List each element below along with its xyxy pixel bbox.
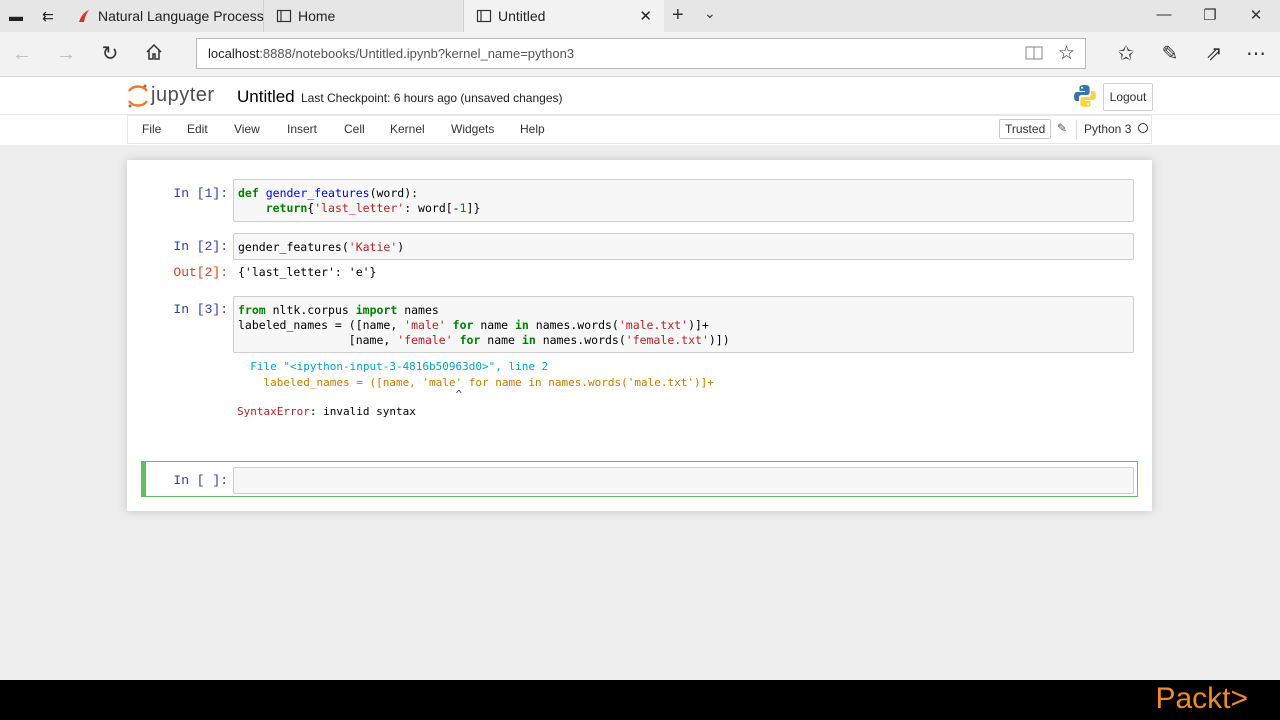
set-tabs-aside-icon[interactable]: ⇇: [38, 6, 58, 26]
page-icon: [476, 8, 492, 24]
home-icon[interactable]: [142, 42, 166, 66]
menu-view[interactable]: View: [234, 122, 260, 136]
share-icon[interactable]: ⇗: [1202, 42, 1226, 66]
cell-1-input[interactable]: def gender_features(word): return{'last_…: [233, 179, 1134, 222]
error-caret: ^: [237, 388, 463, 401]
cell-3-prompt: In [3]:: [173, 302, 228, 317]
error-message: SyntaxError: invalid syntax: [237, 405, 416, 418]
reading-view-icon[interactable]: [1025, 44, 1043, 62]
kernel-idle-indicator-icon: [1138, 123, 1148, 133]
pen-notes-icon[interactable]: ✎: [1158, 42, 1182, 66]
cell-2-input[interactable]: gender_features('Katie'): [233, 233, 1134, 260]
jupyter-logo-text: jupyter: [151, 84, 215, 106]
menu-insert[interactable]: Insert: [287, 122, 317, 136]
menu-file[interactable]: File: [142, 122, 161, 136]
menu-help[interactable]: Help: [520, 122, 545, 136]
jupyter-menubar: File Edit View Insert Cell Kernel Widget…: [127, 115, 1152, 144]
tab-title: Natural Language Processir: [98, 8, 272, 24]
close-window-icon[interactable]: ✕: [1246, 6, 1266, 24]
favorites-hub-icon[interactable]: ✩: [1114, 42, 1138, 66]
edit-mode-pencil-icon: ✎: [1057, 121, 1068, 135]
cell-1-prompt: In [1]:: [173, 186, 228, 201]
forward-arrow-icon[interactable]: →: [54, 42, 78, 66]
cell-4-input[interactable]: [233, 467, 1134, 494]
pdf-favicon-icon: [76, 8, 92, 24]
minimize-icon[interactable]: —: [1154, 6, 1174, 23]
cell-4-prompt: In [ ]:: [173, 473, 228, 488]
divider: [1076, 120, 1077, 140]
favorite-star-icon[interactable]: ☆: [1058, 42, 1075, 65]
bottom-bar: Packt>: [0, 680, 1280, 720]
address-bar[interactable]: localhost:8888/notebooks/Untitled.ipynb?…: [196, 38, 1086, 69]
trusted-indicator[interactable]: Trusted: [999, 119, 1052, 139]
cell-2-out-prompt: Out[2]:: [173, 265, 228, 280]
browser-nav-bar: ← → ↻ localhost:8888/notebooks/Untitled.…: [0, 32, 1280, 77]
tab-manager-icon[interactable]: ▬: [6, 6, 26, 26]
cell-3-code: from nltk.corpus import names labeled_na…: [238, 303, 730, 347]
page-icon: [276, 8, 292, 24]
tab-natural-language[interactable]: Natural Language Processir: [64, 0, 272, 32]
more-icon[interactable]: ⋯: [1244, 42, 1268, 66]
address-url: localhost:8888/notebooks/Untitled.ipynb?…: [208, 46, 575, 61]
restore-icon[interactable]: ❐: [1200, 6, 1220, 24]
kernel-name[interactable]: Python 3: [1084, 122, 1131, 136]
logout-button[interactable]: Logout: [1103, 83, 1153, 111]
error-file-line: File "<ipython-input-3-4816b50963d0>", l…: [237, 360, 549, 373]
checkpoint-status: Last Checkpoint: 6 hours ago (unsaved ch…: [301, 91, 563, 105]
tab-title: Home: [298, 8, 336, 24]
menu-widgets[interactable]: Widgets: [451, 122, 494, 136]
notebook-title[interactable]: Untitled: [237, 87, 295, 107]
jupyter-header: jupyter Untitled Last Checkpoint: 6 hour…: [0, 77, 1280, 115]
tab-untitled[interactable]: Untitled ✕: [464, 0, 664, 32]
tab-home[interactable]: Home: [264, 0, 464, 32]
chevron-down-icon[interactable]: ⌄: [704, 5, 716, 22]
cell-1-code: def gender_features(word): return{'last_…: [238, 186, 481, 215]
browser-tab-bar: ▬ ⇇ Natural Language Processir Home Unti…: [0, 0, 1280, 32]
menu-kernel[interactable]: Kernel: [390, 122, 425, 136]
cell-2-code: gender_features('Katie'): [238, 240, 405, 254]
menu-edit[interactable]: Edit: [187, 122, 208, 136]
jupyter-logo[interactable]: jupyter: [126, 82, 221, 110]
cell-3-input[interactable]: from nltk.corpus import names labeled_na…: [233, 296, 1134, 353]
new-tab-icon[interactable]: +: [672, 4, 684, 27]
python-logo-icon: [1072, 83, 1098, 109]
tab-title: Untitled: [498, 8, 546, 24]
packt-watermark-logo: Packt>: [1155, 682, 1248, 715]
back-arrow-icon[interactable]: ←: [10, 42, 34, 66]
menu-cell[interactable]: Cell: [344, 122, 365, 136]
close-tab-icon[interactable]: ✕: [639, 7, 652, 25]
refresh-icon[interactable]: ↻: [98, 42, 122, 66]
cell-2-output: {'last_letter': 'e'}: [238, 265, 377, 279]
cell-2-prompt: In [2]:: [173, 239, 228, 254]
